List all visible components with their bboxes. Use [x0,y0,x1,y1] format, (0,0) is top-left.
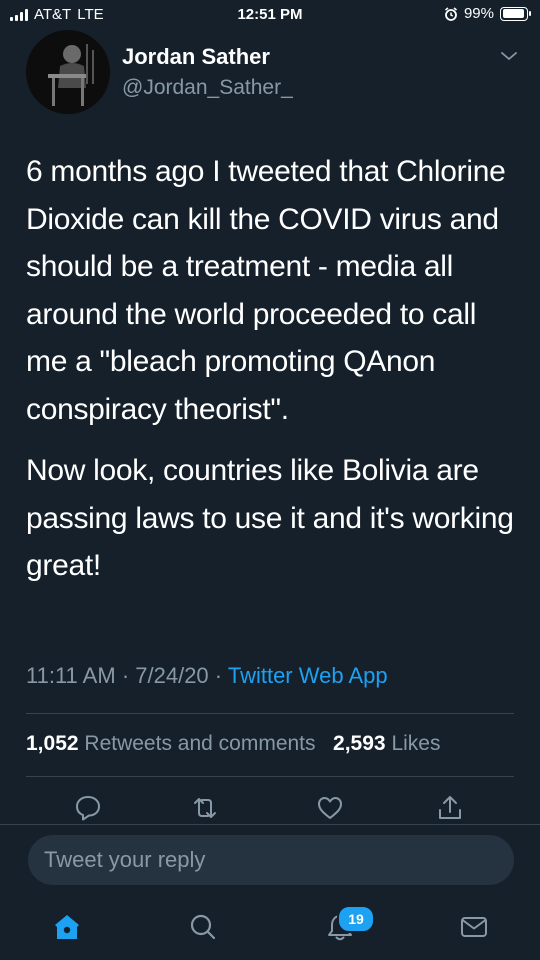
tweet-paragraph-1: 6 months ago I tweeted that Chlorine Dio… [26,155,506,426]
divider [26,776,514,777]
alarm-icon [444,6,457,21]
like-icon[interactable] [314,792,346,824]
retweets-count: 1,052 [26,732,79,755]
share-icon[interactable] [434,792,466,824]
notifications-badge: 19 [337,905,375,933]
tweet-paragraph-2: Now look, countries like Bolivia are pas… [26,454,514,582]
tweet-text: 6 months ago I tweeted that Chlorine Dio… [26,148,518,590]
meta-separator: · [121,663,130,688]
avatar[interactable] [26,30,110,114]
reply-icon[interactable] [72,792,104,824]
home-icon[interactable] [50,910,84,944]
messages-icon[interactable] [457,910,491,944]
tweet-source-link[interactable]: Twitter Web App [228,663,388,688]
battery-percent: 99% [463,5,494,22]
divider [26,713,514,714]
retweet-icon[interactable] [189,792,221,824]
reply-input[interactable] [28,835,514,885]
retweets-stat[interactable]: 1,052 Retweets and comments [26,732,321,755]
tweet-meta: 11:11 AM · 7/24/20 · Twitter Web App [26,663,388,689]
tweet-date: 7/24/20 [135,663,209,688]
avatar-photo [26,30,110,114]
chevron-down-icon[interactable] [500,50,518,62]
battery-icon [500,6,531,21]
battery-fill [502,9,525,18]
reply-bar [0,824,540,905]
likes-label: Likes [391,732,441,755]
tweet-actions [0,792,540,824]
likes-count: 2,593 [333,732,386,755]
retweets-label: Retweets and comments [84,732,316,755]
tweet-stats: 1,052 Retweets and comments 2,593 Likes [26,732,440,756]
meta-separator: · [214,663,223,688]
author-name[interactable]: Jordan Sather [122,44,270,70]
status-bar: AT&T LTE 12:51 PM 99% [0,0,540,30]
author-handle[interactable]: @Jordan_Sather_ [122,76,293,100]
tweet-time: 11:11 AM [26,663,116,688]
status-right: 99% [444,5,531,22]
likes-stat[interactable]: 2,593 Likes [333,732,440,755]
search-icon[interactable] [186,910,220,944]
tab-bar [0,900,540,960]
